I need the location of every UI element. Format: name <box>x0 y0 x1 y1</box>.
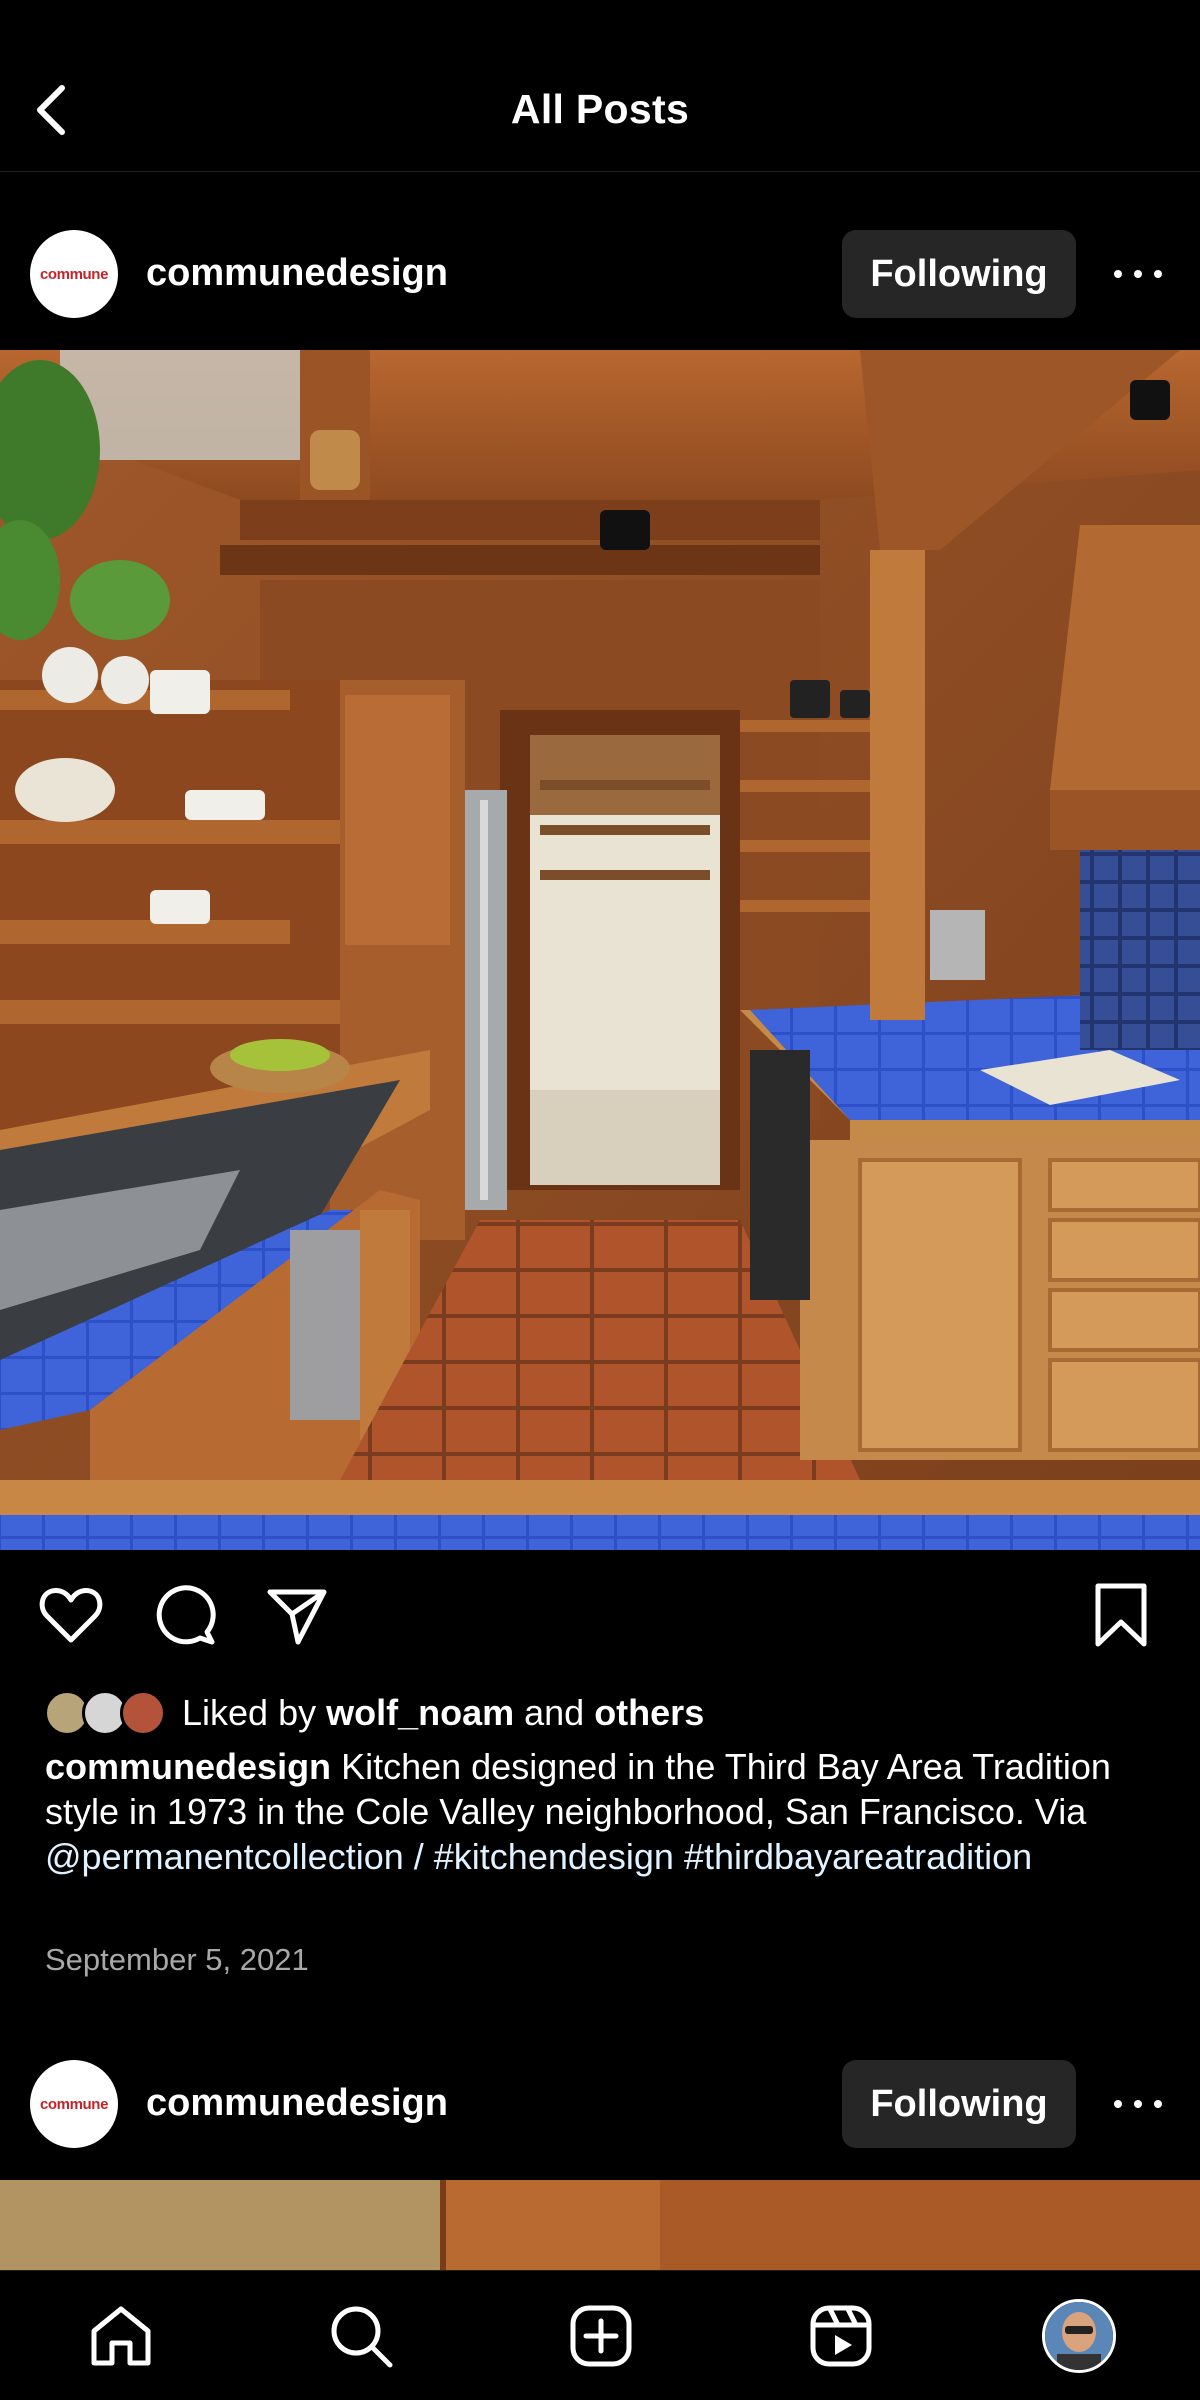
following-button[interactable]: Following <box>842 230 1076 318</box>
tab-search[interactable] <box>326 2301 396 2371</box>
status-bar <box>0 0 1200 14</box>
caption-hashtag[interactable]: #thirdbayareatradition <box>684 1836 1032 1877</box>
liker-avatars <box>44 1688 168 1738</box>
share-icon <box>267 1589 327 1645</box>
like-button[interactable] <box>36 1580 106 1650</box>
reels-icon <box>810 2305 872 2367</box>
avatar-logo-text: commune <box>39 265 109 283</box>
avatar[interactable]: commune <box>30 2060 118 2148</box>
top-header: All Posts <box>0 50 1200 172</box>
post-photo-preview <box>0 2180 1200 2270</box>
caption-username[interactable]: communedesign <box>45 1746 331 1787</box>
bottom-tab-bar <box>0 2270 1200 2400</box>
avatar <box>120 1690 166 1736</box>
comment-button[interactable] <box>150 1580 220 1650</box>
tab-profile[interactable] <box>1042 2299 1116 2373</box>
caption-separator: / <box>413 1836 424 1877</box>
more-horizontal-icon <box>1114 270 1122 278</box>
more-options-button[interactable] <box>1108 254 1168 294</box>
heart-icon <box>39 1588 103 1643</box>
caption-mention[interactable]: @permanentcollection <box>45 1836 404 1877</box>
caption-hashtag[interactable]: #kitchendesign <box>434 1836 674 1877</box>
save-button[interactable] <box>1086 1580 1156 1650</box>
avatar-logo-text: commune <box>39 2095 109 2113</box>
more-dot <box>1134 2100 1142 2108</box>
post-username[interactable]: communedesign <box>146 252 448 295</box>
comment-icon <box>156 1585 216 1645</box>
post-username[interactable]: communedesign <box>146 2082 448 2125</box>
more-horizontal-icon <box>1114 2100 1122 2108</box>
post-image[interactable] <box>0 350 1200 1550</box>
home-icon <box>91 2306 151 2366</box>
tab-reels[interactable] <box>806 2301 876 2371</box>
kitchen-photo <box>0 350 1200 1550</box>
search-icon <box>331 2306 393 2368</box>
post-header: commune communedesign Following <box>0 214 1200 334</box>
new-post-icon <box>570 2305 632 2367</box>
tab-home[interactable] <box>86 2301 156 2371</box>
tab-new-post[interactable] <box>566 2301 636 2371</box>
likes-and: and <box>524 1692 585 1733</box>
post-image[interactable] <box>0 2180 1200 2270</box>
post-caption: communedesign Kitchen designed in the Th… <box>45 1744 1165 1879</box>
avatar[interactable]: commune <box>30 230 118 318</box>
more-dot <box>1154 270 1162 278</box>
likes-others[interactable]: others <box>594 1692 704 1734</box>
likes-user[interactable]: wolf_noam <box>326 1692 514 1734</box>
post-date: September 5, 2021 <box>45 1942 309 1977</box>
more-options-button[interactable] <box>1108 2084 1168 2124</box>
likes-prefix: Liked by <box>182 1692 317 1733</box>
post-header: commune communedesign Following <box>0 2044 1200 2164</box>
page-title: All Posts <box>510 86 690 132</box>
likes-summary[interactable]: Liked by wolf_noam and others <box>44 1688 704 1738</box>
profile-avatar <box>1045 2302 1113 2370</box>
following-button[interactable]: Following <box>842 2060 1076 2148</box>
share-button[interactable] <box>262 1580 332 1650</box>
bookmark-icon <box>1095 1583 1147 1647</box>
more-dot <box>1134 270 1142 278</box>
post-actions <box>0 1580 1200 1650</box>
more-dot <box>1154 2100 1162 2108</box>
